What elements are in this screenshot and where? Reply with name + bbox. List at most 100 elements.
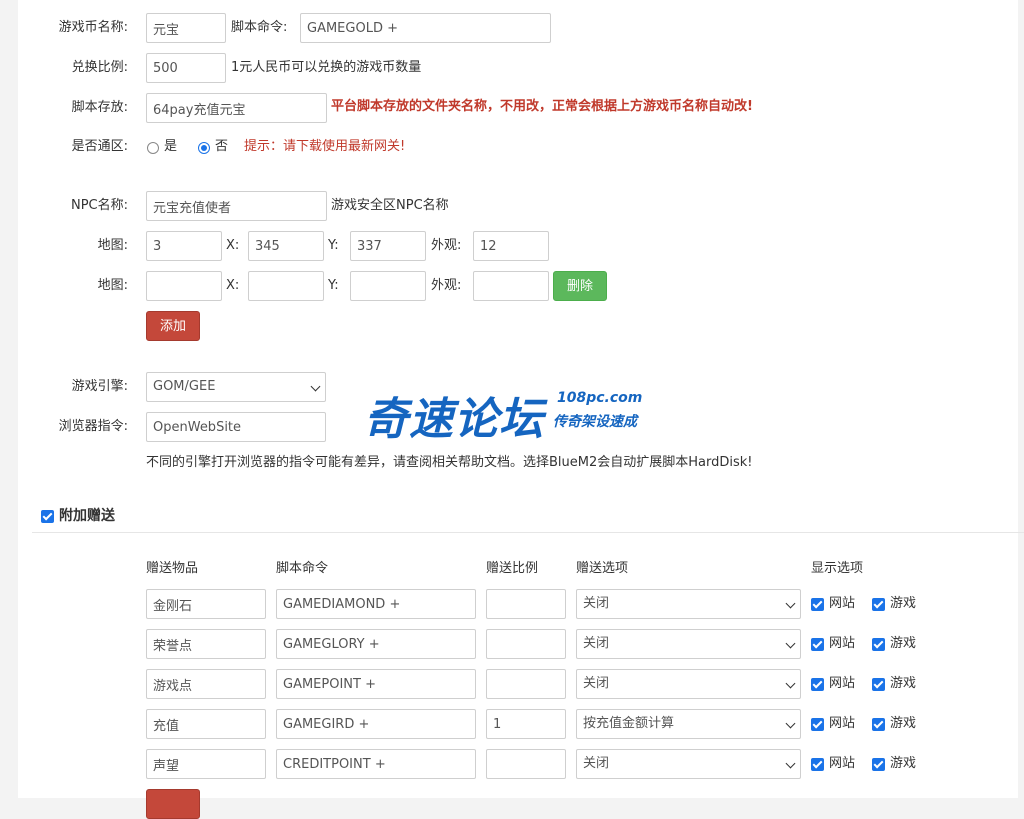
header-option: 赠送选项	[576, 561, 629, 576]
map-label: 地图:	[97, 278, 128, 293]
show-game-label: 游戏	[890, 756, 917, 771]
y-label: Y:	[328, 278, 339, 293]
bonus-item-input[interactable]	[146, 709, 266, 739]
bonus-option-value: 关闭	[583, 636, 610, 651]
chevron-down-icon	[785, 678, 796, 689]
show-game-checkbox[interactable]	[872, 758, 885, 771]
script-command-label: 脚本命令:	[231, 20, 288, 35]
y-label: Y:	[328, 238, 339, 253]
bonus-ratio-input[interactable]	[486, 589, 566, 619]
bonus-ratio-input[interactable]	[486, 629, 566, 659]
header-display: 显示选项	[811, 561, 864, 576]
header-item: 赠送物品	[146, 561, 199, 576]
engine-label: 游戏引擎:	[71, 379, 128, 394]
chevron-down-icon	[785, 598, 796, 609]
map-input[interactable]	[146, 231, 222, 261]
bonus-ratio-input[interactable]	[486, 669, 566, 699]
show-site-label: 网站	[829, 636, 856, 651]
chevron-down-icon	[310, 381, 321, 392]
radio-yes[interactable]	[147, 142, 159, 154]
bonus-title: 附加赠送	[59, 508, 115, 524]
script-command-input[interactable]	[300, 13, 551, 43]
bonus-option-select[interactable]: 关闭	[576, 629, 801, 659]
show-game-checkbox[interactable]	[872, 718, 885, 731]
storage-label: 脚本存放:	[71, 100, 128, 115]
show-game-label: 游戏	[890, 716, 917, 731]
show-site-checkbox[interactable]	[811, 638, 824, 651]
bonus-option-value: 按充值金额计算	[583, 716, 675, 731]
show-site-label: 网站	[829, 676, 856, 691]
ratio-input[interactable]	[146, 53, 226, 83]
currency-name-input[interactable]	[146, 13, 226, 43]
bonus-option-value: 关闭	[583, 676, 610, 691]
storage-input[interactable]	[146, 93, 327, 123]
show-game-checkbox[interactable]	[872, 678, 885, 691]
watermark-slogan: 传奇架设速成	[553, 414, 637, 430]
y-input[interactable]	[350, 231, 426, 261]
chevron-down-icon	[785, 758, 796, 769]
look-input[interactable]	[473, 231, 549, 261]
npc-name-input[interactable]	[146, 191, 327, 221]
bonus-option-value: 关闭	[583, 596, 610, 611]
bonus-item-input[interactable]	[146, 749, 266, 779]
show-game-label: 游戏	[890, 636, 917, 651]
show-site-checkbox[interactable]	[811, 758, 824, 771]
bonus-command-input[interactable]	[276, 669, 476, 699]
browser-command-label: 浏览器指令:	[58, 419, 128, 434]
header-command: 脚本命令	[276, 561, 329, 576]
bonus-ratio-input[interactable]	[486, 749, 566, 779]
show-site-checkbox[interactable]	[811, 718, 824, 731]
show-game-checkbox[interactable]	[872, 638, 885, 651]
show-game-checkbox[interactable]	[872, 598, 885, 611]
storage-hint: 平台脚本存放的文件夹名称，不用改，正常会根据上方游戏币名称自动改!	[331, 99, 753, 114]
gateway-hint: 提示：请下载使用最新网关!	[244, 139, 406, 154]
map-input[interactable]	[146, 271, 222, 301]
bonus-option-value: 关闭	[583, 756, 610, 771]
bonus-option-select[interactable]: 关闭	[576, 589, 801, 619]
radio-no-label: 否	[215, 139, 229, 154]
watermark-site: 108pc.com	[557, 390, 643, 406]
ratio-hint: 1元人民币可以兑换的游戏币数量	[231, 60, 422, 75]
x-input[interactable]	[248, 231, 324, 261]
chevron-down-icon	[785, 718, 796, 729]
bonus-command-input[interactable]	[276, 589, 476, 619]
look-input[interactable]	[473, 271, 549, 301]
show-site-label: 网站	[829, 756, 856, 771]
bonus-option-select[interactable]: 关闭	[576, 749, 801, 779]
chevron-down-icon	[785, 638, 796, 649]
radio-no[interactable]	[198, 142, 210, 154]
bonus-ratio-input[interactable]	[486, 709, 566, 739]
look-label: 外观:	[431, 278, 462, 293]
bonus-checkbox[interactable]	[41, 510, 54, 523]
radio-yes-label: 是	[164, 139, 178, 154]
delete-button[interactable]: 删除	[553, 271, 607, 301]
header-ratio: 赠送比例	[486, 561, 539, 576]
x-label: X:	[226, 278, 240, 293]
add-button[interactable]: 添加	[146, 311, 200, 341]
show-site-label: 网站	[829, 596, 856, 611]
show-site-label: 网站	[829, 716, 856, 731]
engine-note: 不同的引擎打开浏览器的指令可能有差异，请查阅相关帮助文档。选择BlueM2会自动…	[146, 455, 753, 470]
show-site-checkbox[interactable]	[811, 598, 824, 611]
section-divider	[32, 532, 1024, 533]
bonus-command-input[interactable]	[276, 629, 476, 659]
common-region-label: 是否通区:	[71, 139, 128, 154]
engine-select-value: GOM/GEE	[153, 379, 216, 394]
ratio-label: 兑换比例:	[71, 60, 128, 75]
bonus-item-input[interactable]	[146, 669, 266, 699]
bonus-command-input[interactable]	[276, 709, 476, 739]
bonus-item-input[interactable]	[146, 629, 266, 659]
show-site-checkbox[interactable]	[811, 678, 824, 691]
show-game-label: 游戏	[890, 676, 917, 691]
map-label: 地图:	[97, 238, 128, 253]
bonus-item-input[interactable]	[146, 589, 266, 619]
look-label: 外观:	[431, 238, 462, 253]
bonus-add-button[interactable]	[146, 789, 200, 819]
bonus-command-input[interactable]	[276, 749, 476, 779]
bonus-option-select[interactable]: 关闭	[576, 669, 801, 699]
browser-command-input[interactable]	[146, 412, 326, 442]
bonus-option-select[interactable]: 按充值金额计算	[576, 709, 801, 739]
x-input[interactable]	[248, 271, 324, 301]
y-input[interactable]	[350, 271, 426, 301]
engine-select[interactable]: GOM/GEE	[146, 372, 326, 402]
